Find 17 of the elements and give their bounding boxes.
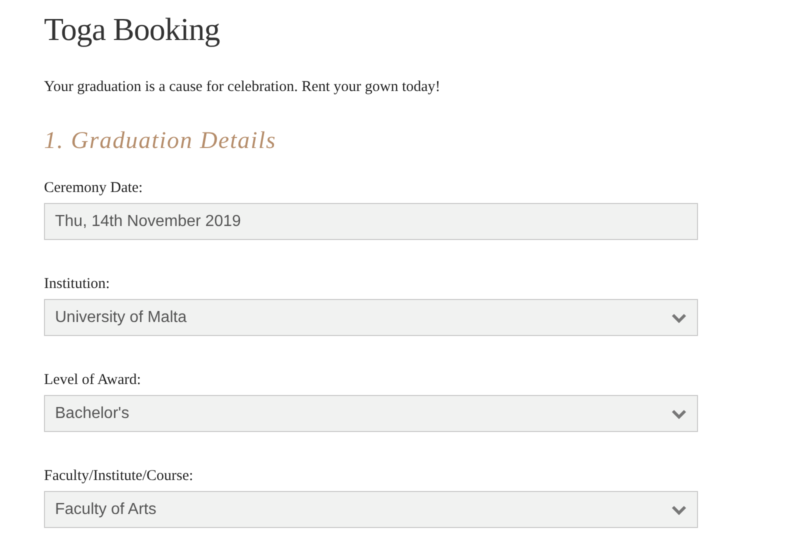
- date-field[interactable]: Thu, 14th November 2019: [44, 203, 698, 240]
- dropdown[interactable]: Faculty of Arts: [44, 491, 698, 528]
- field-label: Level of Award:: [44, 371, 141, 390]
- field-label: Institution:: [44, 275, 110, 294]
- dropdown[interactable]: University of Malta: [44, 299, 698, 336]
- field-label: Faculty/Institute/Course:: [44, 467, 194, 486]
- chevron-down-icon: [671, 312, 687, 322]
- section-heading: 1. Graduation Details: [44, 127, 278, 156]
- dropdown-value: Bachelor's: [55, 404, 130, 424]
- chevron-down-icon: [671, 504, 687, 514]
- chevron-down-icon: [671, 408, 687, 418]
- page-title: Toga Booking: [44, 10, 221, 48]
- dropdown[interactable]: Bachelor's: [44, 395, 698, 432]
- dropdown-value: Faculty of Arts: [55, 500, 156, 520]
- intro-text: Your graduation is a cause for celebration. Rent your gown today!: [44, 78, 442, 97]
- dropdown-value: University of Malta: [55, 308, 187, 328]
- field-label: Ceremony Date:: [44, 179, 143, 198]
